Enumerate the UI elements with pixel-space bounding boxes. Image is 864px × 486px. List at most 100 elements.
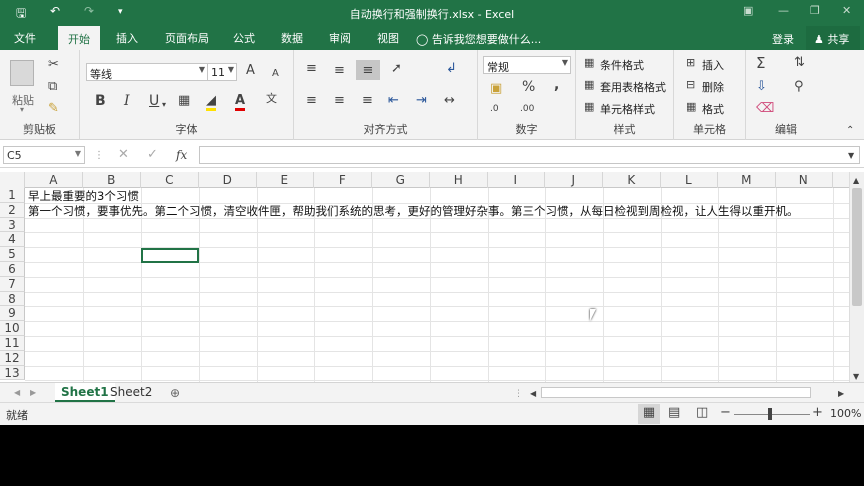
increase-indent-icon[interactable]: ⇥ [416, 94, 427, 108]
percent-button[interactable]: % [522, 80, 535, 94]
add-sheet-icon[interactable]: ⊕ [170, 386, 180, 400]
paste-icon[interactable] [10, 60, 34, 86]
wrap-text-icon[interactable]: ↲ [446, 62, 457, 76]
collapse-ribbon-icon[interactable]: ⌃ [846, 124, 854, 138]
tab-review[interactable]: 审阅 [329, 30, 351, 46]
column-header-a[interactable]: A [25, 172, 83, 188]
autosum-icon[interactable]: Σ [756, 56, 765, 71]
column-header-f[interactable]: F [314, 172, 372, 188]
column-header-h[interactable]: H [430, 172, 488, 188]
borders-icon[interactable]: ▦ [178, 94, 190, 108]
vertical-scrollbar[interactable]: ▲ ▼ [849, 172, 864, 384]
name-box[interactable]: C5 ▼ [3, 146, 85, 164]
find-select-icon[interactable]: ⚲ [794, 80, 804, 94]
fill-color-icon[interactable]: ◢ [206, 94, 216, 111]
zoom-out-icon[interactable]: − [720, 406, 731, 420]
font-size-combo[interactable]: 11 ▼ [207, 63, 237, 81]
tab-formulas[interactable]: 公式 [233, 30, 255, 46]
row-header-3[interactable]: 3 [0, 217, 25, 233]
column-header-l[interactable]: L [660, 172, 718, 188]
cancel-icon[interactable]: ✕ [118, 148, 129, 162]
bold-button[interactable]: B [95, 94, 106, 108]
format-as-table-button[interactable]: 套用表格格式 [600, 79, 666, 95]
chevron-down-icon[interactable]: ▾ [162, 98, 166, 112]
row-header-11[interactable]: 11 [0, 336, 25, 351]
enter-icon[interactable]: ✓ [147, 148, 158, 162]
minimize-icon[interactable]: — [778, 4, 789, 17]
cell-A1[interactable]: 早上最重要的3个习惯 [28, 189, 139, 203]
cell-styles-button[interactable]: 单元格样式 [600, 101, 655, 117]
column-header-m[interactable]: M [718, 172, 776, 188]
sheet-tab-sheet2[interactable]: Sheet2 [104, 383, 158, 402]
share-button[interactable]: ♟ 共享 [806, 26, 860, 50]
cut-icon[interactable]: ✂ [48, 58, 59, 72]
increase-decimal-icon[interactable]: .0 [490, 102, 499, 116]
number-format-combo[interactable]: 常规 ▼ [483, 56, 571, 74]
row-header-13[interactable]: 13 [0, 365, 25, 381]
conditional-format-button[interactable]: 条件格式 [600, 57, 644, 73]
align-top-icon[interactable]: ≡ [306, 62, 317, 76]
worksheet-grid[interactable]: ABCDEFGHIJKLMN 1 2 3 4 5 6 7 8 9 10 11 12 13 早上最重要的3… [0, 172, 849, 382]
shrink-font-icon[interactable]: A [272, 67, 279, 81]
align-left-icon[interactable]: ≡ [306, 94, 317, 108]
delete-button[interactable]: 删除 [702, 79, 724, 95]
merge-center-icon[interactable]: ↔ [444, 94, 455, 108]
fill-icon[interactable]: ⇩ [756, 80, 767, 94]
font-color-icon[interactable]: A [235, 94, 246, 111]
row-header-7[interactable]: 7 [0, 276, 25, 292]
scroll-right-icon[interactable]: ▶ [838, 387, 844, 401]
underline-button[interactable]: U [149, 94, 159, 108]
grow-font-icon[interactable]: A [246, 64, 255, 78]
phonetic-icon[interactable]: 文 [266, 92, 277, 106]
align-bottom-icon[interactable]: ≡ [356, 60, 380, 80]
zoom-in-icon[interactable]: + [812, 406, 823, 420]
decrease-indent-icon[interactable]: ⇤ [388, 94, 399, 108]
tab-data[interactable]: 数据 [281, 30, 303, 46]
clear-icon[interactable]: ⌫ [756, 102, 774, 116]
horizontal-scroll-thumb[interactable] [541, 387, 811, 398]
orientation-icon[interactable]: ➚ [391, 62, 402, 76]
maximize-icon[interactable]: ❐ [810, 4, 820, 17]
scroll-thumb[interactable] [852, 188, 862, 306]
zoom-slider-thumb[interactable] [768, 408, 772, 420]
column-header-n[interactable]: N [775, 172, 833, 188]
normal-view-icon[interactable]: ▦ [638, 404, 660, 424]
row-header-12[interactable]: 12 [0, 350, 25, 366]
align-right-icon[interactable]: ≡ [362, 94, 373, 108]
column-header-e[interactable]: E [256, 172, 314, 188]
tab-insert[interactable]: 插入 [116, 30, 138, 46]
currency-icon[interactable]: ▣ [490, 82, 502, 96]
tell-me-box[interactable]: ◯ 告诉我您想要做什么... [416, 31, 541, 47]
page-break-view-icon[interactable]: ◫ [696, 406, 708, 420]
tab-view[interactable]: 视图 [377, 30, 399, 46]
tab-home[interactable]: 开始 [58, 26, 100, 50]
row-header-8[interactable]: 8 [0, 291, 25, 307]
column-header-d[interactable]: D [199, 172, 257, 188]
align-middle-icon[interactable]: ≡ [334, 64, 345, 78]
decrease-decimal-icon[interactable]: .00 [520, 102, 534, 116]
selected-cell-C5[interactable] [141, 248, 199, 263]
comma-style-button[interactable]: , [554, 78, 559, 92]
column-header-k[interactable]: K [603, 172, 661, 188]
column-header-j[interactable]: J [545, 172, 603, 188]
cell-A2[interactable]: 第一个习惯，要事优先。第二个习惯，清空收件匣，帮助我们系统的思考，更好的管理好杂… [28, 204, 799, 218]
prev-sheet-icon[interactable]: ◀ [14, 386, 20, 400]
column-header-c[interactable]: C [141, 172, 199, 188]
copy-icon[interactable]: ⧉ [48, 80, 57, 94]
tab-page-layout[interactable]: 页面布局 [165, 30, 209, 46]
ribbon-display-icon[interactable]: ▣ [743, 4, 753, 17]
paste-dropdown-icon[interactable]: ▾ [20, 105, 24, 114]
column-header-g[interactable]: G [372, 172, 430, 188]
scroll-left-icon[interactable]: ◀ [530, 387, 536, 401]
tab-splitter-icon[interactable]: ⋮ [514, 387, 523, 401]
login-link[interactable]: 登录 [772, 31, 794, 47]
row-header-6[interactable]: 6 [0, 262, 25, 277]
expand-formula-bar-icon[interactable]: ▼ [848, 149, 854, 163]
tab-file[interactable]: 文件 [14, 30, 36, 46]
select-all-corner[interactable] [0, 172, 25, 188]
row-header-10[interactable]: 10 [0, 321, 25, 336]
italic-button[interactable]: I [124, 94, 130, 108]
column-header-i[interactable]: I [487, 172, 545, 188]
scroll-up-icon[interactable]: ▲ [853, 174, 859, 188]
zoom-slider-track[interactable] [734, 414, 810, 415]
